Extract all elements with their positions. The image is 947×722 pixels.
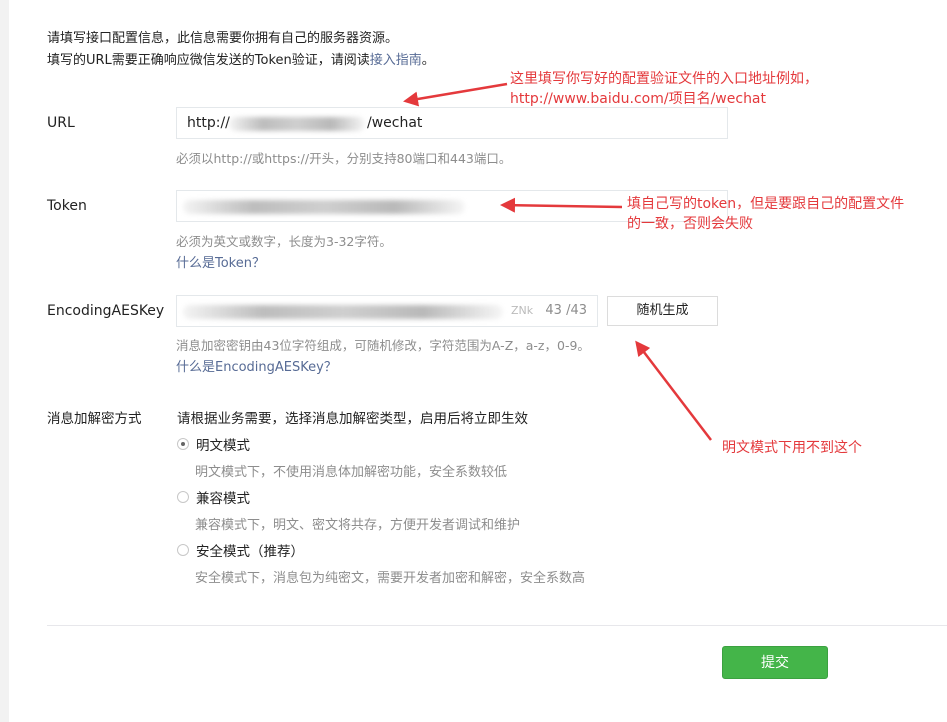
token-arrow-icon (500, 197, 623, 213)
annotation-arrows (403, 82, 712, 441)
url-arrow-icon (403, 82, 508, 107)
aes-arrow-icon (635, 340, 712, 441)
